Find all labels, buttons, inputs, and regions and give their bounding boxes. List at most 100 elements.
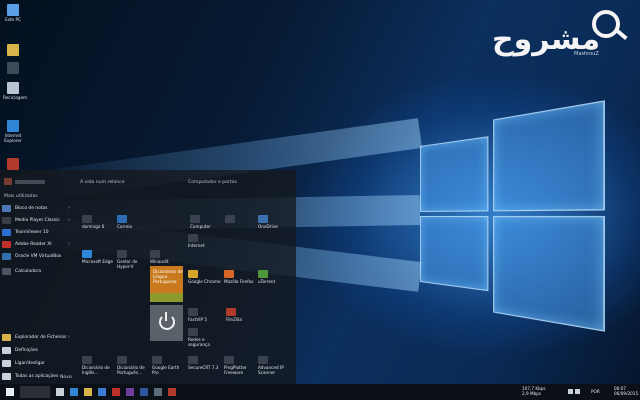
taskbar-app[interactable] [152,386,164,398]
app-label: Oracle VM VirtualBox [15,253,62,259]
app-label: TeamViewer 10 [15,229,49,235]
app-icon [154,388,162,396]
start-button[interactable] [4,386,16,398]
logo-subtitle: MashrouZ [574,51,599,57]
app-label: Explorador de Ficheiros [15,334,67,340]
computer-icon [7,4,19,16]
desktop-icon-this-pc[interactable]: Este PC [3,4,23,22]
tile-label: Correio [117,224,133,229]
app-label: Ligar/desligar [15,360,45,366]
tile-securecrt[interactable]: SecureCRT 7.3 [188,356,222,371]
speaker-icon[interactable] [568,389,573,394]
tile-mail[interactable]: Correio [117,215,151,230]
tile-hyper-v[interactable]: Gestor de Hyper-V [117,250,151,270]
globe-icon [188,234,198,242]
tile-edge[interactable]: Microsoft Edge [82,250,116,265]
chevron-right-icon[interactable]: › [68,334,70,340]
most-used-heading: Mais utilizadas [4,194,38,199]
taskbar-store[interactable] [96,386,108,398]
chevron-right-icon[interactable]: › [68,241,70,247]
download-speed: 2,9 Mbps [522,391,542,396]
tile-calendar[interactable]: domingo 6 [82,215,116,230]
tile-firefox[interactable]: Mozilla Firefox [224,270,258,285]
tile-fastvip[interactable]: FastVIP 5 [188,308,222,323]
desktop-icon-label: Este PC [5,17,21,22]
app-label: Media Player Classic [15,217,60,223]
chevron-right-icon[interactable]: › [68,205,70,211]
tile-winaudit[interactable]: Winaudit [150,250,184,265]
tile-network-security[interactable]: Redes e segurança [188,328,222,348]
mail-icon [117,215,127,223]
app-label: Adobe Reader XI [15,241,52,247]
app-calculator[interactable]: Calculadora [2,266,76,276]
tile-shutdown[interactable] [150,305,183,341]
tile-filezilla[interactable]: FileZilla [226,308,260,323]
teamviewer-icon [2,228,11,236]
app-icon [126,388,134,396]
internet-explorer-icon [7,120,19,132]
network-icon [188,328,198,336]
language-indicator[interactable]: POR [591,389,600,394]
fastvip-icon [188,308,198,316]
tile-advanced-ip-scanner[interactable]: Advanced IP Scanner [258,356,292,376]
tile-label: PingPlotter Freeware [224,365,247,375]
adobe-reader-icon [2,240,11,248]
taskbar-app[interactable] [124,386,136,398]
desktop-icon-user-folder[interactable] [3,44,23,57]
tile-label: Mozilla Firefox [224,279,254,284]
tile-group-heading[interactable]: Computador e portas [188,180,237,185]
file-explorer-button[interactable]: Explorador de Ficheiros › [2,332,76,342]
user-account[interactable] [4,178,45,186]
chevron-right-icon[interactable]: › [68,217,70,223]
app-notepad[interactable]: Bloco de notas › [2,203,76,213]
filezilla-icon [226,308,236,316]
tile-blurred[interactable] [225,215,259,225]
mashrouz-logo: مشروح MashrouZ [492,4,634,64]
desktop-icon-blurred[interactable] [3,62,23,75]
utorrent-icon [258,270,268,278]
app-virtualbox[interactable]: Oracle VM VirtualBox [2,251,76,261]
scanner-icon [258,356,268,364]
store-icon [98,388,106,396]
tile-computer[interactable]: Computer [190,215,224,230]
desktop-icon-label: Reciclagem [3,95,28,100]
desktop-icon-label: Internet Explorer [4,133,22,143]
tile-utorrent[interactable]: uTorrent [258,270,292,285]
clock[interactable]: 08:07 06/09/2015 [614,386,638,396]
power-button[interactable]: Ligar/desligar [2,358,76,368]
settings-button[interactable]: Definições [2,345,76,355]
tile-group-heading[interactable]: A vida num relance [80,180,125,185]
tile-label: Gestor de Hyper-V [117,259,138,269]
tile-english-dictionary[interactable]: Dicionário de Inglês... [82,356,116,376]
app-media-player-classic[interactable]: Media Player Classic › [2,215,76,225]
tile-stripe [150,293,183,302]
taskbar-word[interactable] [138,386,150,398]
app-teamviewer[interactable]: TeamViewer 10 [2,227,76,237]
tile-chrome[interactable]: Google Chrome [188,270,222,285]
tile-onedrive[interactable]: OneDrive [258,215,292,230]
taskbar-pdf[interactable] [110,386,122,398]
taskbar-explorer[interactable] [82,386,94,398]
tile-label: Advanced IP Scanner [258,365,284,375]
taskbar-task-view[interactable] [54,386,66,398]
tile-portuguese-dictionary[interactable]: Dicionário de Português... [117,356,151,376]
search-box[interactable] [20,386,50,398]
network-speed[interactable]: 107,7 Kbps 2,9 Mbps [522,386,546,396]
desktop-icon-recycle-bin[interactable]: Reciclagem [3,82,28,100]
clock-date: 06/09/2015 [614,391,639,396]
windows-logo-wallpaper [420,100,605,332]
tile-label: OneDrive [258,224,278,229]
tile-portuguese-dictionaries[interactable]: Dicionários de Língua Portuguesa [150,266,183,302]
tile-label: Google Chrome [188,279,221,284]
app-adobe-reader[interactable]: Adobe Reader XI › [2,239,76,249]
tile-internet[interactable]: Internet [188,234,222,249]
tile-pingplotter[interactable]: PingPlotter Freeware [224,356,258,376]
firefox-icon [224,270,234,278]
tray-icons[interactable] [568,389,580,395]
taskbar-app[interactable] [166,386,178,398]
windows-icon [6,388,14,396]
taskbar-edge[interactable] [68,386,80,398]
network-icon[interactable] [575,389,580,394]
desktop-icon-internet-explorer[interactable]: Internet Explorer [3,120,23,143]
tile-google-earth[interactable]: Google Earth Pro [152,356,186,376]
